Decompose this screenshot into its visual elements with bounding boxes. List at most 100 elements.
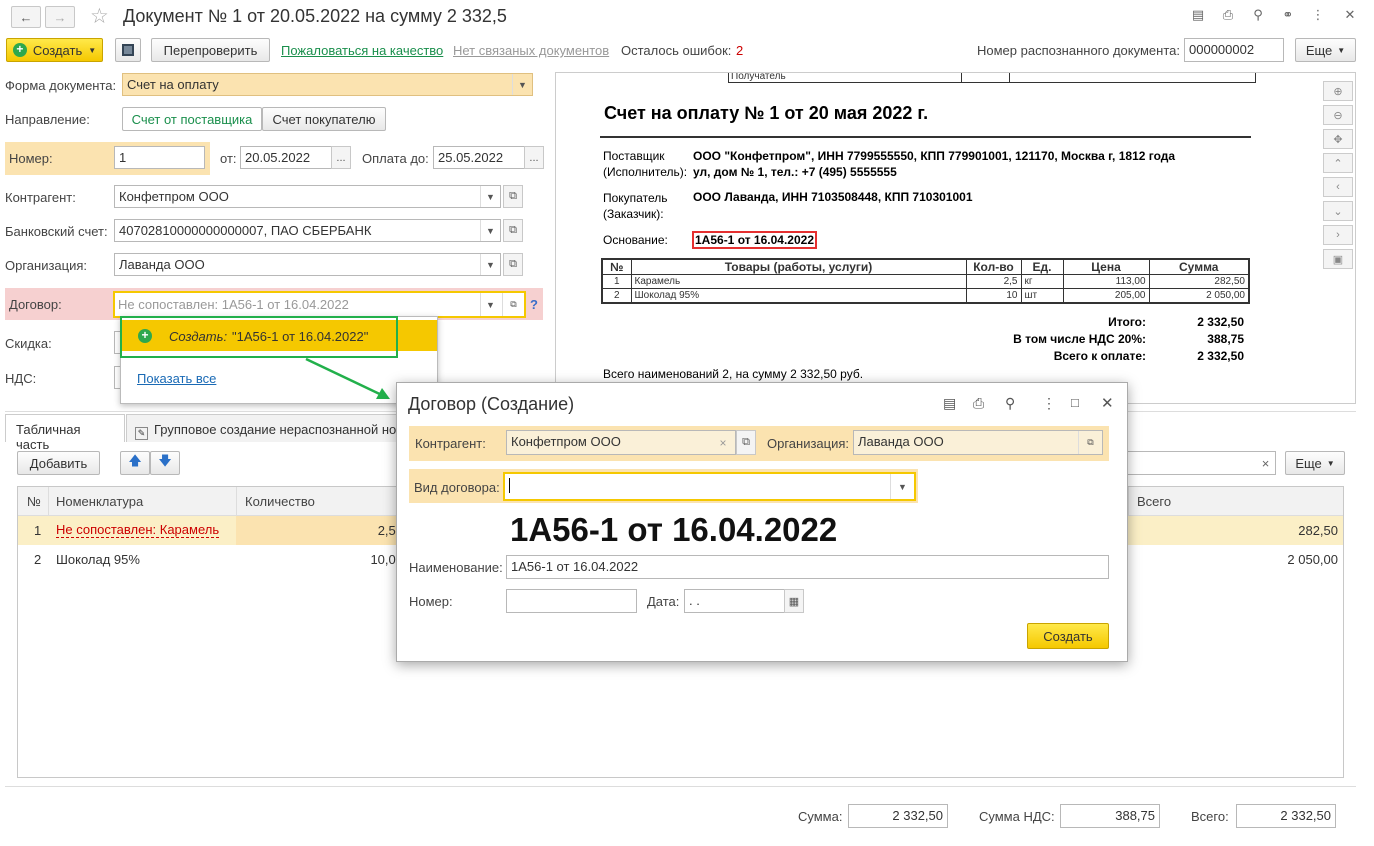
direction-supplier-toggle[interactable]: Счет от поставщика — [122, 107, 262, 131]
header-item: Номенклатура — [56, 494, 144, 509]
org-select[interactable]: Лаванда ООО ▼ — [114, 253, 501, 276]
vat-label: В том числе НДС 20%: — [1013, 332, 1146, 346]
date-field[interactable]: 20.05.2022 — [240, 146, 332, 169]
open-icon[interactable]: ⧉ — [503, 185, 523, 208]
move-up-button[interactable]: 🡅 — [120, 451, 150, 475]
more-vertical-icon[interactable]: ⋮ — [1310, 8, 1326, 24]
arrow-right-icon: → — [53, 9, 67, 25]
recognized-doc-field[interactable]: 000000002 — [1184, 38, 1284, 62]
calendar-icon[interactable]: ▦ — [784, 589, 804, 613]
chevron-down-icon[interactable]: ▼ — [480, 293, 500, 316]
open-icon[interactable]: ⧉ — [502, 293, 524, 316]
chevron-down-icon[interactable]: ▼ — [480, 186, 500, 207]
doc-form-select[interactable]: Счет на оплату ▼ — [122, 73, 533, 96]
chevron-down-icon: ▼ — [1337, 45, 1346, 55]
preview-icon[interactable]: ⚲ — [1005, 395, 1015, 412]
invoice-summary: Всего наименований 2, на сумму 2 332,50 … — [603, 367, 864, 381]
header-qty: Количество — [245, 494, 315, 509]
table-more-label: Еще — [1295, 455, 1322, 471]
clear-search-icon[interactable]: × — [1255, 451, 1276, 475]
invoice-preview: Получатель Счет на оплату № 1 от 20 мая … — [555, 72, 1356, 404]
chevron-down-icon[interactable]: ▼ — [890, 474, 914, 499]
dialog-counterparty-field[interactable]: Конфетпром ООО × — [506, 430, 736, 455]
doc-form-label: Форма документа: — [5, 78, 117, 93]
linked-docs-link[interactable]: Нет связаных документов — [453, 43, 609, 58]
move-down-button[interactable]: 🡇 — [150, 451, 180, 475]
preview-icon[interactable]: ⚲ — [1250, 8, 1266, 24]
date-picker-button[interactable]: ... — [331, 146, 351, 169]
dialog-org-field[interactable]: Лаванда ООО ⧉ — [853, 430, 1103, 455]
maximize-icon[interactable]: □ — [1071, 395, 1079, 410]
tab-group-create[interactable]: ✎ Групповое создание нераспознанной но — [126, 414, 398, 442]
pay-until-picker-button[interactable]: ... — [524, 146, 544, 169]
lock-icon[interactable]: ▣ — [1323, 249, 1353, 269]
zoom-out-icon[interactable]: ⊖ — [1323, 105, 1353, 125]
recheck-button[interactable]: Перепроверить — [151, 38, 270, 62]
move-icon[interactable]: ✥ — [1323, 129, 1353, 149]
arrow-up-icon: 🡅 — [128, 453, 142, 468]
inv-cell: 205,00 — [1062, 288, 1150, 303]
back-button[interactable]: ← — [11, 6, 41, 28]
dialog-date-field[interactable]: . . — [684, 589, 785, 613]
chevron-down-icon[interactable]: ▼ — [480, 254, 500, 275]
dialog-create-button[interactable]: Создать — [1027, 623, 1109, 649]
chevron-down-icon[interactable]: ▼ — [480, 220, 500, 241]
buyer-label-1: Покупатель — [603, 191, 668, 205]
supplier-value-1: ООО "Конфетпром", ИНН 7799555550, КПП 77… — [693, 149, 1176, 163]
direction-label: Направление: — [5, 112, 90, 127]
title-underline — [600, 136, 1251, 138]
save-icon[interactable]: ▤ — [1190, 8, 1206, 24]
forward-button[interactable]: → — [45, 6, 75, 28]
close-icon[interactable]: ✕ — [1101, 394, 1114, 412]
counterparty-select[interactable]: Конфетпром ООО ▼ — [114, 185, 501, 208]
more-vertical-icon[interactable]: ⋮ — [1042, 395, 1056, 412]
pay-until-field[interactable]: 25.05.2022 — [433, 146, 525, 169]
open-icon[interactable]: ⧉ — [1078, 431, 1102, 454]
errors-left-label: Осталось ошибок: — [621, 43, 732, 58]
contract-select[interactable]: Не сопоставлен: 1А56-1 от 16.04.2022 ▼ ⧉ — [113, 291, 526, 318]
save-button[interactable] — [115, 38, 141, 62]
chevron-up-icon[interactable]: ⌃ — [1323, 153, 1353, 173]
contract-placeholder: Не сопоставлен: 1А56-1 от 16.04.2022 — [118, 297, 349, 312]
org-value: Лаванда ООО — [119, 257, 205, 272]
save-icon[interactable]: ▤ — [943, 395, 956, 412]
create-button[interactable]: + Создать ▼ — [6, 38, 103, 62]
complain-link[interactable]: Пожаловаться на качество — [281, 43, 443, 58]
chevron-down-icon[interactable]: ⌄ — [1323, 201, 1353, 221]
link-icon[interactable]: ⚭ — [1280, 8, 1296, 24]
chevron-down-icon[interactable]: ▼ — [512, 74, 532, 95]
bank-select[interactable]: 40702810000000000007, ПАО СБЕРБАНК ▼ — [114, 219, 501, 242]
open-icon[interactable]: ⧉ — [503, 219, 523, 242]
inv-cell: 2 — [601, 288, 632, 303]
favorite-star-icon[interactable]: ☆ — [90, 4, 109, 28]
more-button[interactable]: Еще ▼ — [1295, 38, 1356, 62]
contract-label: Договор: — [9, 297, 62, 312]
dialog-number-field[interactable] — [506, 589, 637, 613]
table-more-button[interactable]: Еще ▼ — [1285, 451, 1345, 475]
print-icon[interactable]: ⎙ — [973, 395, 984, 412]
tab-table-part[interactable]: Табличная часть — [5, 414, 125, 452]
inv-header: Цена — [1062, 258, 1150, 275]
dialog-name-field[interactable]: 1А56-1 от 16.04.2022 — [506, 555, 1109, 579]
vat-label: НДС: — [5, 371, 37, 386]
direction-buyer-toggle[interactable]: Счет покупателю — [262, 107, 386, 131]
help-icon[interactable]: ? — [530, 297, 538, 312]
footer-divider — [5, 786, 1356, 787]
vat-value: 388,75 — [1207, 332, 1244, 346]
number-field[interactable]: 1 — [114, 146, 205, 169]
chevron-right-icon[interactable]: › — [1323, 225, 1353, 245]
chevron-left-icon[interactable]: ‹ — [1323, 177, 1353, 197]
add-row-button[interactable]: Добавить — [17, 451, 100, 475]
close-icon[interactable]: ✕ — [1342, 8, 1358, 24]
show-all-link[interactable]: Показать все — [137, 371, 216, 386]
invoice-items-table: № Товары (работы, услуги) Кол-во Ед. Цен… — [601, 258, 1250, 304]
basis-label: Основание: — [603, 233, 668, 247]
zoom-in-icon[interactable]: ⊕ — [1323, 81, 1353, 101]
open-icon[interactable]: ⧉ — [503, 253, 523, 276]
clear-icon[interactable]: × — [711, 431, 735, 454]
print-icon[interactable]: ⎙ — [1220, 8, 1236, 24]
header-sep — [1128, 487, 1129, 516]
open-icon[interactable]: ⧉ — [736, 430, 756, 455]
table-search-field[interactable] — [1120, 451, 1276, 475]
dialog-kind-select[interactable]: ▼ — [503, 472, 916, 501]
